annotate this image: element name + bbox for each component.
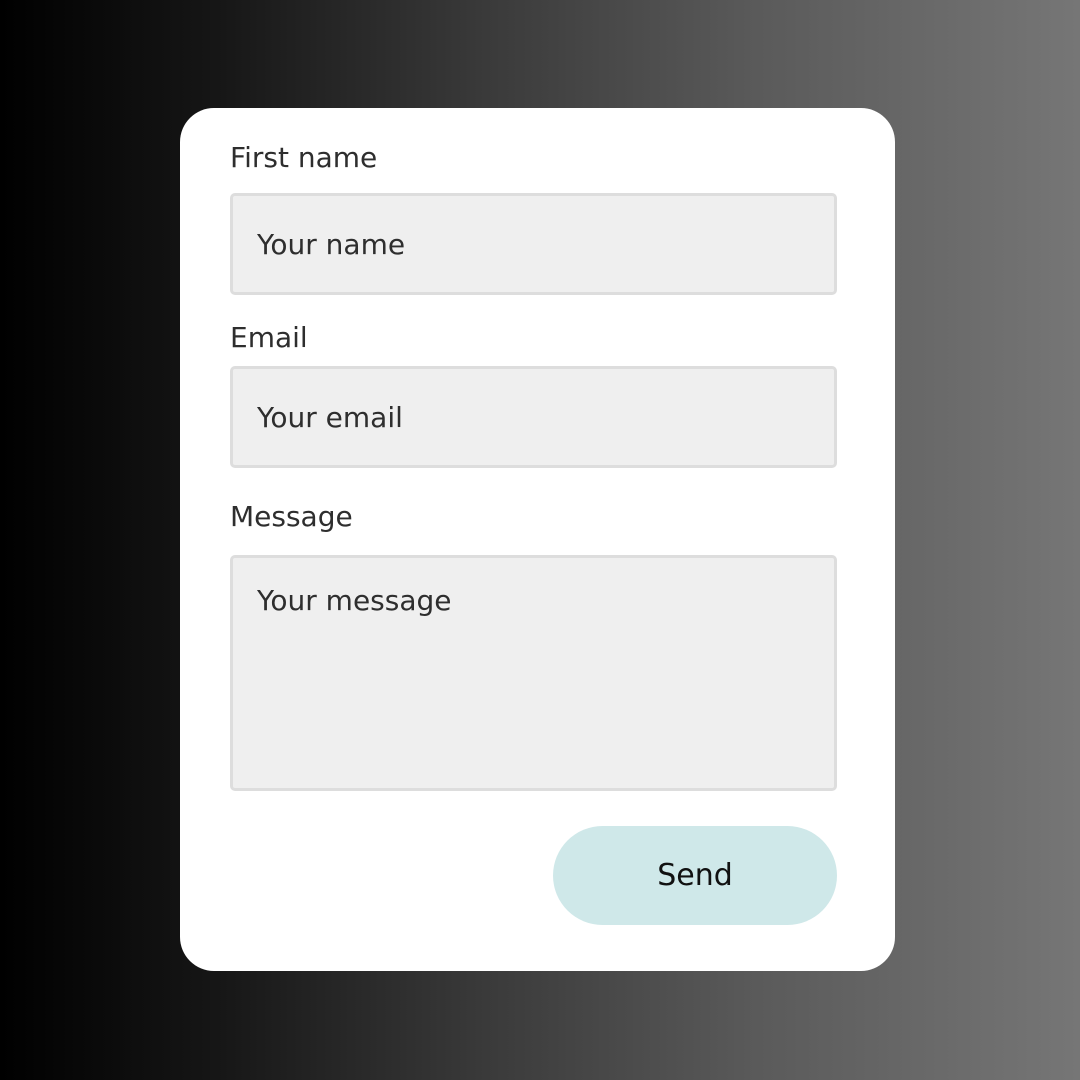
message-label: Message bbox=[230, 500, 353, 533]
first-name-input[interactable] bbox=[230, 193, 837, 295]
email-label: Email bbox=[230, 321, 308, 354]
first-name-label: First name bbox=[230, 141, 378, 174]
send-button[interactable]: Send bbox=[553, 826, 837, 925]
contact-form-card: First name Email Message Send bbox=[180, 108, 895, 971]
email-input[interactable] bbox=[230, 366, 837, 468]
message-textarea[interactable] bbox=[230, 555, 837, 791]
